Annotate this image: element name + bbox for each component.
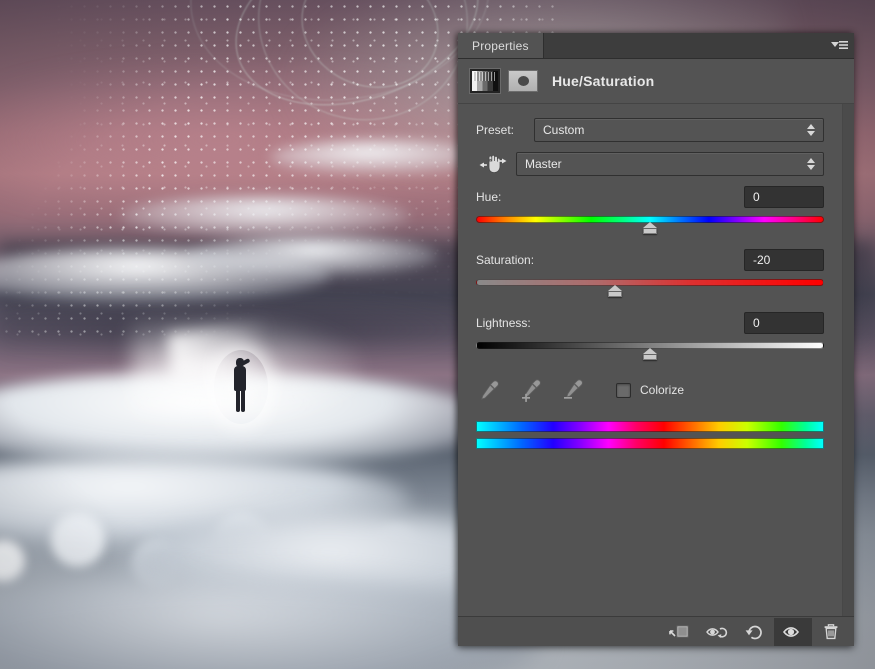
lightness-label: Lightness: <box>476 316 531 330</box>
eyedropper-icon[interactable] <box>476 377 502 403</box>
saturation-slider-head: Saturation: -20 <box>476 249 824 271</box>
tab-properties-label: Properties <box>472 39 529 53</box>
toggle-mask-view-button[interactable] <box>698 618 736 646</box>
properties-panel: Properties Hue/Saturation <box>458 33 854 646</box>
preset-value: Custom <box>543 123 804 137</box>
eyedropper-subtract-glyph <box>560 377 586 403</box>
trash-icon <box>821 622 841 642</box>
clip-to-layer-icon <box>668 622 690 642</box>
clip-to-layer-button[interactable] <box>660 618 698 646</box>
hue-label: Hue: <box>476 190 501 204</box>
mask-blob-icon <box>518 76 529 86</box>
hue-slider-block: Hue: 0 <box>476 186 824 235</box>
on-image-adjustment-hand-icon[interactable] <box>476 152 510 176</box>
hue-slider-head: Hue: 0 <box>476 186 824 208</box>
hue-value-field[interactable]: 0 <box>744 186 824 208</box>
adjustment-header: Hue/Saturation <box>458 59 854 104</box>
eye-icon <box>781 622 805 642</box>
panel-menu-button[interactable] <box>824 33 854 58</box>
panel-tab-bar: Properties <box>458 33 854 59</box>
saturation-value-field[interactable]: -20 <box>744 249 824 271</box>
eyedropper-add-glyph <box>518 377 544 403</box>
eyedropper-add-icon[interactable] <box>518 377 544 403</box>
reset-adjustment-button[interactable] <box>736 618 774 646</box>
tab-properties[interactable]: Properties <box>458 33 544 58</box>
preset-dropdown[interactable]: Custom <box>534 118 824 142</box>
panel-footer-toolbar <box>458 616 854 646</box>
lightness-slider-head: Lightness: 0 <box>476 312 824 334</box>
tab-bar-filler <box>544 33 824 58</box>
tools-row: Colorize <box>476 377 824 403</box>
channel-dropdown[interactable]: Master <box>516 152 824 176</box>
spectrum-bars <box>476 421 824 449</box>
panel-body: Preset: Custom <box>458 104 854 616</box>
screen: Properties Hue/Saturation <box>0 0 875 669</box>
hue-slider-thumb[interactable] <box>643 222 658 234</box>
eye-arrow-icon <box>705 622 729 642</box>
adjustment-layer-thumbnail[interactable] <box>470 69 500 93</box>
stepper-arrows-icon <box>804 121 817 139</box>
lightness-slider[interactable] <box>476 341 824 361</box>
lightness-value-field[interactable]: 0 <box>744 312 824 334</box>
stepper-arrows-icon <box>804 155 817 173</box>
saturation-slider-thumb[interactable] <box>608 285 623 297</box>
eyedropper-subtract-icon[interactable] <box>560 377 586 403</box>
hue-slider[interactable] <box>476 215 824 235</box>
channel-row: Master <box>476 152 824 176</box>
channel-value: Master <box>525 157 804 171</box>
colorize-checkbox[interactable] <box>616 383 631 398</box>
saturation-slider-block: Saturation: -20 <box>476 249 824 298</box>
saturation-label: Saturation: <box>476 253 534 267</box>
eyedropper-glyph <box>476 377 502 403</box>
hue-result-spectrum-bar[interactable] <box>476 438 824 449</box>
reset-arrow-icon <box>744 622 766 642</box>
colorize-control[interactable]: Colorize <box>616 383 684 398</box>
saturation-slider[interactable] <box>476 278 824 298</box>
preset-row: Preset: Custom <box>476 118 824 142</box>
preset-label: Preset: <box>476 123 534 137</box>
lightness-slider-thumb[interactable] <box>643 348 658 360</box>
adjustment-title: Hue/Saturation <box>552 73 654 89</box>
panel-menu-icon <box>831 40 848 52</box>
layer-mask-thumbnail[interactable] <box>508 70 538 92</box>
hue-range-spectrum-bar[interactable] <box>476 421 824 432</box>
lightness-slider-block: Lightness: 0 <box>476 312 824 361</box>
delete-adjustment-button[interactable] <box>812 618 850 646</box>
panel-content: Preset: Custom <box>458 104 842 616</box>
toggle-visibility-button[interactable] <box>774 618 812 646</box>
panel-scroll-gutter[interactable] <box>842 104 854 616</box>
saturation-slider-track <box>476 279 824 286</box>
hand-scrub-glyph <box>478 153 508 175</box>
colorize-label: Colorize <box>640 383 684 397</box>
